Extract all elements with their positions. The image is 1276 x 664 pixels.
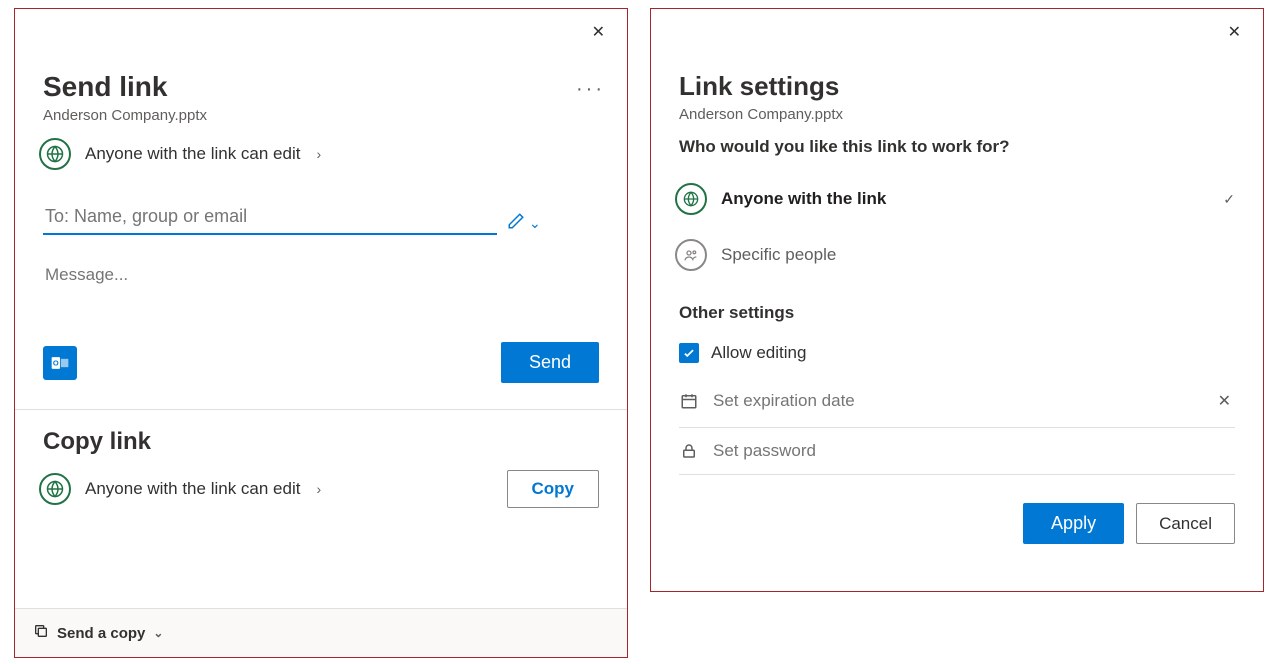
password-input[interactable] — [711, 440, 1235, 462]
expiration-row: ✕ — [679, 375, 1235, 428]
clear-expiration-icon[interactable]: ✕ — [1214, 387, 1235, 415]
people-icon — [675, 239, 707, 271]
chevron-right-icon: › — [316, 146, 321, 162]
message-input[interactable] — [43, 263, 567, 287]
send-link-dialog: ✕ ··· Send link Anderson Company.pptx An… — [14, 8, 628, 658]
apply-button[interactable]: Apply — [1023, 503, 1124, 544]
send-button[interactable]: Send — [501, 342, 599, 383]
allow-editing-label: Allow editing — [711, 343, 806, 363]
svg-text:O: O — [53, 358, 59, 367]
divider — [15, 409, 627, 410]
outlook-icon[interactable]: O — [43, 346, 77, 380]
permission-label: Anyone with the link can edit — [85, 479, 300, 499]
globe-icon — [39, 473, 71, 505]
chevron-down-icon: ⌄ — [529, 215, 541, 232]
chevron-right-icon: › — [316, 481, 321, 497]
option-label: Anyone with the link — [721, 189, 886, 209]
option-anyone-with-link[interactable]: Anyone with the link ✓ — [675, 171, 1235, 227]
link-scope-question: Who would you like this link to work for… — [679, 137, 1235, 157]
link-settings-dialog: ✕ Link settings Anderson Company.pptx Wh… — [650, 8, 1264, 592]
copy-link-permission-selector[interactable]: Anyone with the link can edit › — [39, 473, 321, 505]
close-icon[interactable]: ✕ — [1222, 19, 1247, 47]
send-a-copy-label: Send a copy — [57, 625, 145, 642]
edit-permission-button[interactable]: ⌄ — [507, 212, 541, 235]
lock-icon — [679, 441, 699, 461]
expiration-input[interactable] — [711, 390, 1202, 412]
calendar-icon — [679, 391, 699, 411]
filename-label: Anderson Company.pptx — [43, 107, 627, 124]
copy-link-title: Copy link — [43, 428, 627, 456]
cancel-button[interactable]: Cancel — [1136, 503, 1235, 544]
send-a-copy-button[interactable]: Send a copy ⌄ — [15, 608, 627, 657]
other-settings-title: Other settings — [679, 303, 1263, 323]
link-permission-selector[interactable]: Anyone with the link can edit › — [39, 138, 627, 170]
copy-button[interactable]: Copy — [507, 470, 600, 508]
option-specific-people[interactable]: Specific people — [675, 227, 1235, 283]
chevron-down-icon: ⌄ — [153, 626, 163, 640]
more-options-icon[interactable]: ··· — [576, 79, 605, 99]
copy-icon — [33, 623, 49, 643]
permission-label: Anyone with the link can edit — [85, 144, 300, 164]
recipient-input[interactable] — [43, 200, 497, 235]
checkmark-icon: ✓ — [1223, 191, 1235, 208]
send-link-title: Send link — [43, 71, 627, 103]
password-row — [679, 428, 1235, 475]
option-label: Specific people — [721, 245, 836, 265]
close-icon[interactable]: ✕ — [586, 19, 611, 47]
pencil-icon — [507, 212, 525, 235]
filename-label: Anderson Company.pptx — [679, 106, 1235, 123]
globe-icon — [675, 183, 707, 215]
allow-editing-checkbox[interactable] — [679, 343, 699, 363]
link-settings-title: Link settings — [679, 71, 1235, 102]
allow-editing-row: Allow editing — [679, 331, 1235, 375]
globe-icon — [39, 138, 71, 170]
